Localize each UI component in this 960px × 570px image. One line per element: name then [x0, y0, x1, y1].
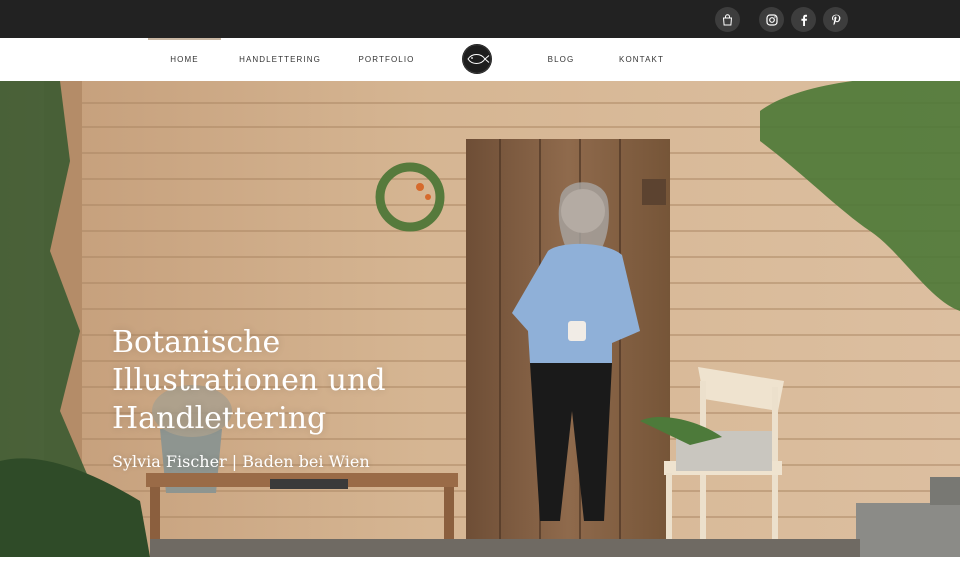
hero-section: Botanische Illustrationen und Handletter… — [0, 81, 960, 557]
hero-photo — [0, 81, 960, 557]
hero-title: Botanische Illustrationen und Handletter… — [112, 325, 386, 436]
shopping-bag-icon[interactable] — [715, 7, 740, 32]
top-bar — [0, 0, 960, 38]
nav-item-home[interactable]: HOME — [148, 38, 221, 81]
nav-item-blog[interactable]: BLOG — [530, 38, 592, 81]
nav-item-kontakt[interactable]: KONTAKT — [610, 38, 673, 81]
instagram-icon[interactable] — [759, 7, 784, 32]
hero-subtitle: Sylvia Fischer | Baden bei Wien — [112, 452, 370, 471]
page-bottom-margin — [0, 557, 960, 570]
pinterest-icon[interactable] — [823, 7, 848, 32]
nav-item-portfolio[interactable]: PORTFOLIO — [350, 38, 423, 81]
fish-logo-icon[interactable] — [462, 44, 492, 74]
nav-item-handlettering[interactable]: HANDLETTERING — [236, 38, 324, 81]
facebook-icon[interactable] — [791, 7, 816, 32]
